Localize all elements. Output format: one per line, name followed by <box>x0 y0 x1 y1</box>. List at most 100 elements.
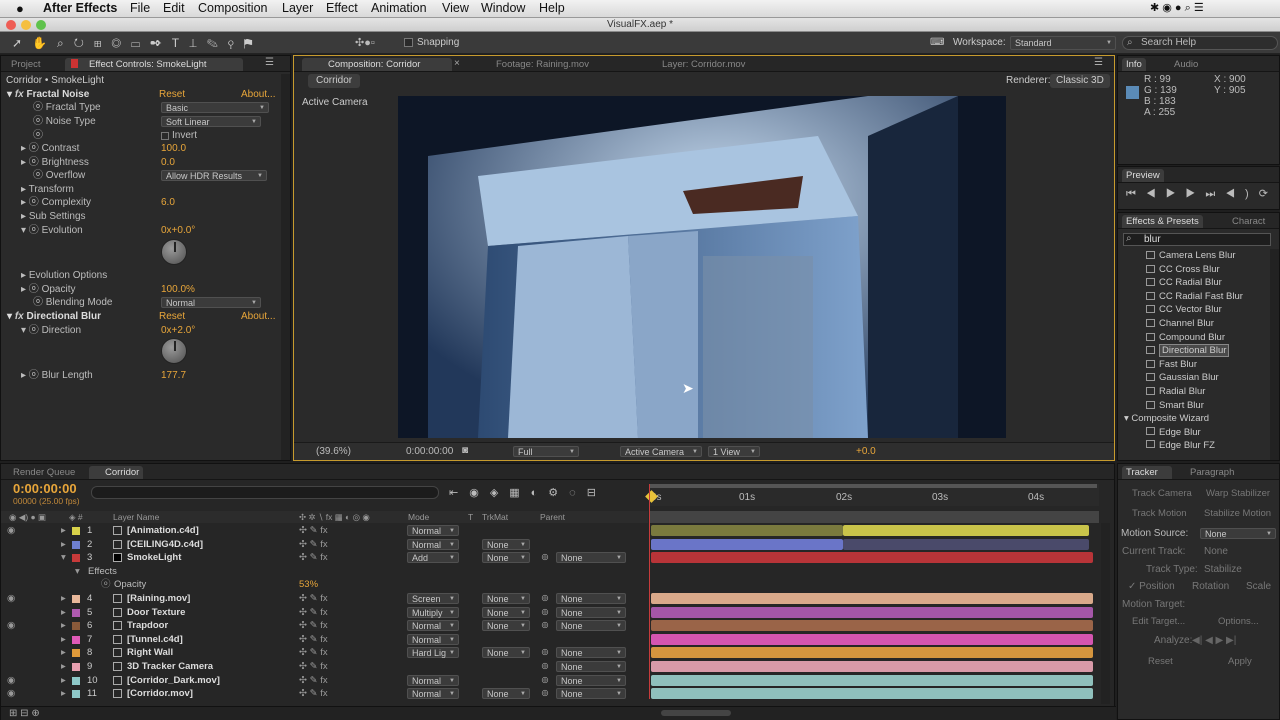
expand-arrow-icon[interactable]: ▸ <box>61 674 66 687</box>
label-color[interactable] <box>72 649 80 658</box>
resolution-select[interactable]: Full <box>513 446 579 458</box>
about-fractal-noise[interactable]: About... <box>241 88 275 101</box>
layer-row[interactable]: ▸ 5 Door Texture ✣ ✎ fx Multiply None ⊚ None <box>1 606 648 620</box>
tab-tracker[interactable]: Tracker <box>1122 466 1172 479</box>
pickwhip-icon[interactable]: ⊚ <box>541 646 549 659</box>
layer-trkmat-select[interactable]: None <box>482 593 530 605</box>
menu-composition[interactable]: Composition <box>198 1 267 15</box>
menu-window[interactable]: Window <box>481 1 525 15</box>
layer-bar[interactable] <box>651 620 1093 632</box>
layer-name[interactable]: Door Texture <box>127 606 185 619</box>
layer-parent-select[interactable]: None <box>556 606 626 619</box>
layer-row[interactable]: ◉ ▸ 4 [Raining.mov] ✣ ✎ fx Screen None ⊚ None <box>1 592 648 606</box>
close-comp-tab-icon[interactable]: × <box>454 58 460 69</box>
label-color[interactable] <box>72 663 80 671</box>
warp-stabilizer-button[interactable]: Warp Stabilizer <box>1206 487 1270 500</box>
layer-switches[interactable]: ✣ ✎ fx <box>299 592 328 605</box>
track-camera-button[interactable]: Track Camera <box>1132 487 1192 500</box>
apple-icon[interactable]: ● <box>16 1 24 16</box>
expand-arrow-icon[interactable]: ▾ <box>61 551 66 564</box>
renderer-button[interactable]: Classic 3D <box>1050 74 1110 88</box>
reset-fractal-noise[interactable]: Reset <box>159 88 185 101</box>
layer-bar[interactable] <box>843 525 1089 536</box>
label-color[interactable] <box>72 690 80 699</box>
layer-switches[interactable]: ✣ ✎ fx <box>299 551 328 564</box>
layer-bar[interactable] <box>651 552 1093 564</box>
layer-switches[interactable]: ✣ ✎ fx <box>299 538 328 551</box>
scale-checkbox[interactable]: Scale <box>1246 580 1271 593</box>
expand-arrow-icon[interactable]: ▸ <box>61 619 66 632</box>
tab-info[interactable]: Info <box>1122 58 1146 71</box>
app-menu[interactable]: After Effects <box>43 1 117 15</box>
expand-arrow-icon[interactable]: ▸ <box>61 592 66 605</box>
layer-trkmat-select[interactable]: None <box>482 538 530 551</box>
current-time-indicator[interactable] <box>649 484 650 699</box>
tab-effect-controls[interactable]: Effect Controls: SmokeLight <box>65 58 243 71</box>
effect-fractal-noise[interactable]: ▾ fx Fractal Noise <box>7 88 89 101</box>
zoom-select[interactable]: (39.6%) <box>316 446 351 457</box>
complexity-value[interactable]: 6.0 <box>161 196 175 209</box>
layer-bar[interactable] <box>843 538 1089 550</box>
layer-trkmat-select[interactable]: None <box>482 647 530 659</box>
label-color[interactable] <box>72 595 80 603</box>
effect-item[interactable]: Edge Blur FZ <box>1146 439 1215 452</box>
status-icons[interactable]: ✱ ◉ ● ⌕ ☰ <box>1150 1 1204 15</box>
layer-name[interactable]: Right Wall <box>127 646 173 659</box>
visibility-eye-icon[interactable]: ◉ <box>7 619 15 632</box>
evolution-label[interactable]: ▾ ⓞ Evolution <box>21 224 83 237</box>
blending-mode-select[interactable]: Normal <box>161 297 261 309</box>
layer-row[interactable]: ▸ 8 Right Wall ✣ ✎ fx Hard Lig None ⊚ None <box>1 646 648 660</box>
layer-bar[interactable] <box>651 538 843 550</box>
rotation-checkbox[interactable]: Rotation <box>1192 580 1229 593</box>
menu-edit[interactable]: Edit <box>163 1 185 15</box>
expand-arrow-icon[interactable]: ▸ <box>61 538 66 551</box>
label-color[interactable] <box>72 676 80 685</box>
layer-parent-select[interactable]: None <box>556 674 626 687</box>
menu-layer[interactable]: Layer <box>282 1 313 15</box>
expand-arrow-icon[interactable]: ▸ <box>61 633 66 646</box>
col-mode[interactable]: Mode <box>408 512 429 522</box>
effect-item[interactable]: Channel Blur <box>1146 317 1214 330</box>
direction-label[interactable]: ▾ ⓞ Direction <box>21 324 81 337</box>
search-help-input[interactable]: Search Help <box>1122 36 1278 50</box>
layer-bar[interactable] <box>651 606 1093 618</box>
layer-name[interactable]: [Raining.mov] <box>127 592 190 605</box>
layer-row[interactable]: ◉ ▸ 10 [Corridor_Dark.mov] ✣ ✎ fx Normal ⊚ None <box>1 674 648 688</box>
menu-view[interactable]: View <box>442 1 469 15</box>
layer-name[interactable]: [Corridor_Dark.mov] <box>127 674 220 687</box>
layer-row[interactable]: ◉ ▸ 11 [Corridor.mov] ✣ ✎ fx Normal None ⊚ None <box>1 687 648 701</box>
layer-switches[interactable]: ✣ ✎ fx <box>299 606 328 619</box>
layer-row[interactable]: ▸ 7 [Tunnel.c4d] ✣ ✎ fx Normal <box>1 633 648 647</box>
col-trkmat[interactable]: TrkMat <box>482 512 508 522</box>
layer-row[interactable]: ▸ 9 3D Tracker Camera ✣ ✎ fx ⊚ None <box>1 660 648 674</box>
evolution-dial[interactable] <box>161 239 187 265</box>
layer-trkmat-select[interactable]: None <box>482 552 530 564</box>
analyze-controls[interactable]: ◀| ◀ ▶ ▶| <box>1192 634 1236 647</box>
comp-work-area[interactable] <box>649 511 1099 523</box>
apply-button[interactable]: Apply <box>1228 655 1252 668</box>
layer-switches[interactable]: ✣ ✎ fx <box>299 674 328 687</box>
direction-value[interactable]: 0x+2.0° <box>161 324 195 337</box>
contrast-label[interactable]: ▸ ⓞ Contrast <box>21 142 79 155</box>
track-motion-button[interactable]: Track Motion <box>1132 507 1187 520</box>
effect-item[interactable]: Camera Lens Blur <box>1146 249 1236 262</box>
views-select[interactable]: 1 View <box>708 446 760 458</box>
expand-arrow-icon[interactable]: ▾ <box>75 565 80 578</box>
transform-group[interactable]: ▸ Transform <box>21 183 74 196</box>
current-time[interactable]: 0:00:00:00 <box>13 482 77 495</box>
effect-item[interactable]: CC Vector Blur <box>1146 303 1222 316</box>
stopwatch-icon[interactable]: ⓞ <box>101 578 111 591</box>
reset-directional-blur[interactable]: Reset <box>159 310 185 323</box>
layer-row[interactable]: ▸ 2 [CEILING4D.c4d] ✣ ✎ fx Normal None <box>1 538 648 552</box>
axis-mode-icons[interactable]: ✣●▫ <box>355 36 375 49</box>
zoom-slider[interactable] <box>661 710 731 716</box>
tab-character[interactable]: Charact <box>1228 215 1269 228</box>
contrast-value[interactable]: 100.0 <box>161 142 186 155</box>
opacity-row[interactable]: ⓞ Opacity 53% <box>1 578 648 592</box>
layer-switches[interactable]: ✣ ✎ fx <box>299 619 328 632</box>
tab-project[interactable]: Project <box>7 58 45 71</box>
tab-effects-presets[interactable]: Effects & Presets <box>1122 215 1203 228</box>
visibility-eye-icon[interactable]: ◉ <box>7 524 15 537</box>
composite-wizard-group[interactable]: ▾ Composite Wizard <box>1124 412 1209 425</box>
layer-mode-select[interactable]: Normal <box>407 674 459 687</box>
